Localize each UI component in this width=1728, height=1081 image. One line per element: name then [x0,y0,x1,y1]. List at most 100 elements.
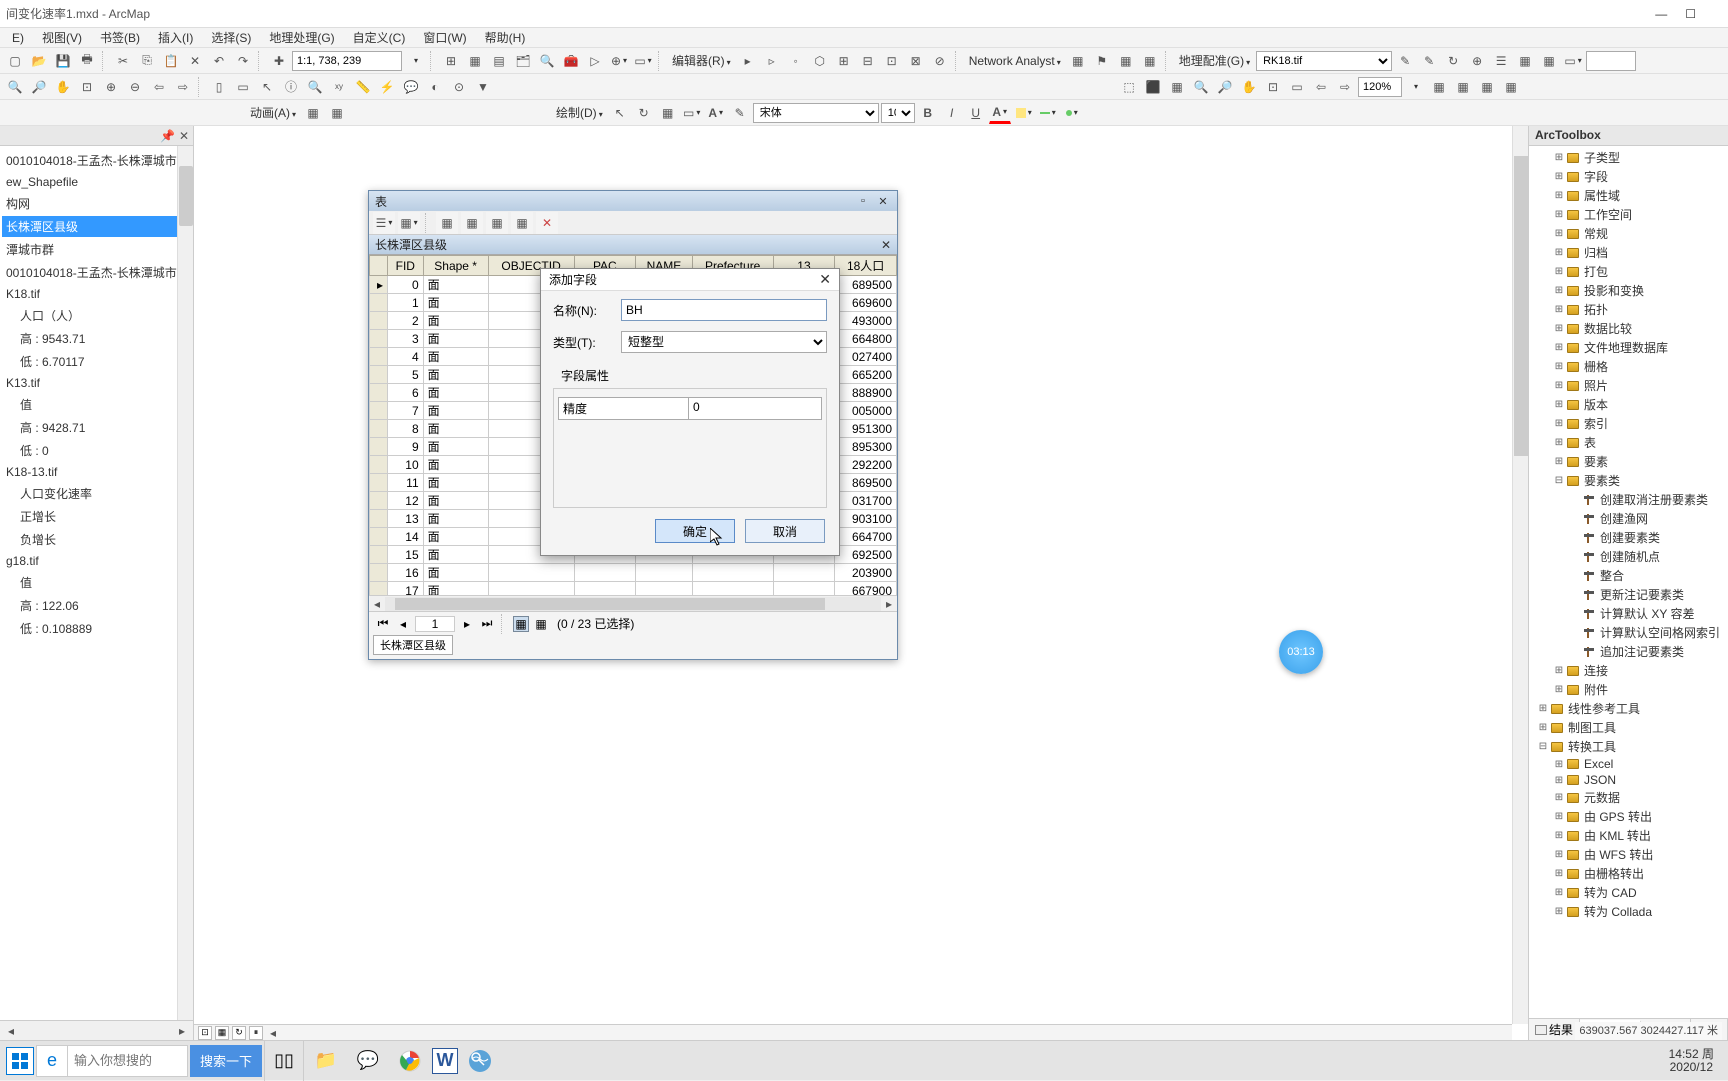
save-button[interactable]: 💾 [52,50,74,72]
expand-icon[interactable]: ⊞ [1553,304,1565,315]
table-options-icon[interactable]: ☰ [373,212,395,234]
toc-item[interactable]: 正增长 [2,506,191,527]
expand-icon[interactable]: ⊞ [1553,418,1565,429]
tree-node[interactable]: ⊟转换工具 [1531,737,1726,756]
edit-tool-icon[interactable]: ⊘ [929,50,951,72]
expand-icon[interactable]: ⊞ [1553,456,1565,467]
tree-node[interactable]: ⊞归档 [1531,243,1726,262]
table-tab[interactable]: 长株潭区县级 [373,635,453,655]
fixed-zoom-out-icon[interactable]: ⊖ [124,76,146,98]
toc-item[interactable]: 低 : 6.70117 [2,351,191,372]
tool-dropdown[interactable]: ⊕ [608,50,630,72]
expand-icon[interactable]: ⊞ [1553,380,1565,391]
toc-item[interactable]: 高 : 122.06 [2,595,191,616]
back-icon[interactable]: ⇦ [148,76,170,98]
scroll-left-icon[interactable]: ◂ [270,1026,276,1040]
tree-node[interactable]: ⊞文件地理数据库 [1531,338,1726,357]
georef-tool-icon[interactable]: ↻ [1442,50,1464,72]
taskbar-clock[interactable]: 14:52 周 2020/12 [1661,1048,1722,1074]
na-tool-icon[interactable]: ▦ [1139,50,1161,72]
toc-item[interactable]: 低 : 0.108889 [2,618,191,639]
marker-color-icon[interactable] [1061,102,1083,124]
tree-node[interactable]: ⊞照片 [1531,376,1726,395]
toc-item[interactable]: 0010104018-王孟杰-长株潭城市 [2,262,191,283]
na-tool-icon[interactable]: ▦ [1115,50,1137,72]
toc-item[interactable]: 构网 [2,193,191,214]
clear-select-icon[interactable]: ▭ [232,76,254,98]
toc-item[interactable]: 值 [2,572,191,593]
edit-tool-icon[interactable]: ▸ [737,50,759,72]
record-position-input[interactable] [415,616,455,632]
expand-icon[interactable]: ⊞ [1553,399,1565,410]
expand-icon[interactable]: ⊞ [1553,266,1565,277]
browser-icon[interactable]: e [36,1045,68,1077]
animation-menu[interactable]: 动画(A) [246,104,300,121]
tree-node[interactable]: ⊞JSON [1531,772,1726,788]
font-select[interactable]: 宋体 [753,103,879,123]
georef-tool-icon[interactable]: ▦ [1538,50,1560,72]
toc-item[interactable]: 高 : 9428.71 [2,417,191,438]
layout-tool-icon[interactable]: ⇨ [1334,76,1356,98]
toc-item[interactable]: ew_Shapefile [2,173,191,191]
toc-item[interactable]: K18.tif [2,285,191,303]
redo-button[interactable]: ↷ [232,50,254,72]
expand-icon[interactable]: ⊞ [1553,209,1565,220]
georef-tool-icon[interactable]: ▦ [1514,50,1536,72]
expand-icon[interactable]: ⊞ [1553,361,1565,372]
font-color-icon[interactable]: A [989,102,1011,124]
anim-tool-icon[interactable]: ▦ [326,102,348,124]
menu-customize[interactable]: 自定义(C) [345,27,414,48]
measure-icon[interactable]: 📏 [352,76,374,98]
editor-menu[interactable]: 编辑器(R) [668,52,735,69]
next-record-icon[interactable]: ▸ [459,616,475,632]
scroll-left-icon[interactable]: ◂ [369,597,385,611]
tree-node[interactable]: ⊞由 KML 转出 [1531,826,1726,845]
georef-input[interactable] [1586,51,1636,71]
tree-node[interactable]: ⊞由 GPS 转出 [1531,807,1726,826]
tree-node[interactable]: 更新注记要素类 [1531,585,1726,604]
edit-tool-icon[interactable]: ▹ [761,50,783,72]
precision-value[interactable]: 0 [689,398,821,419]
tree-node[interactable]: ⊞线性参考工具 [1531,699,1726,718]
menu-geoprocessing[interactable]: 地理处理(G) [261,27,342,48]
open-button[interactable]: 📂 [28,50,50,72]
forward-icon[interactable]: ⇨ [172,76,194,98]
table-hscroll[interactable]: ◂ ▸ [369,595,897,611]
layout-tool-icon[interactable]: ▦ [1428,76,1450,98]
tool-icon[interactable]: ▼ [472,76,494,98]
layout-tool-icon[interactable]: ▭ [1286,76,1308,98]
na-tool-icon[interactable]: ▦ [1067,50,1089,72]
tool-dropdown[interactable]: ▭ [632,50,654,72]
tree-node[interactable]: 创建随机点 [1531,547,1726,566]
rotate-icon[interactable]: ↻ [633,102,655,124]
toc-item[interactable]: 人口变化速率 [2,483,191,504]
tool-icon[interactable]: ▦ [464,50,486,72]
expand-icon[interactable]: ⊞ [1553,759,1565,770]
tree-node[interactable]: ⊞打包 [1531,262,1726,281]
expand-icon[interactable]: ⊞ [1553,775,1565,786]
tree-node[interactable]: 创建渔网 [1531,509,1726,528]
expand-icon[interactable]: ⊞ [1553,437,1565,448]
tab-results[interactable]: 结果 [1529,1019,1580,1040]
tree-node[interactable]: ⊞子类型 [1531,148,1726,167]
chrome-icon[interactable] [390,1041,430,1081]
select-by-attr-icon[interactable]: ▦ [436,212,458,234]
layout-tool-icon[interactable]: ⇦ [1310,76,1332,98]
text-icon[interactable]: A [705,102,727,124]
expand-icon[interactable]: ⊞ [1553,323,1565,334]
full-extent-icon[interactable]: ⊡ [76,76,98,98]
menu-view[interactable]: 视图(V) [34,27,90,48]
select-elements-icon[interactable]: ↖ [609,102,631,124]
new-button[interactable]: ▢ [4,50,26,72]
toc-item[interactable]: K18-13.tif [2,463,191,481]
cancel-button[interactable]: 取消 [745,519,825,543]
layout-tool-icon[interactable]: ⬛ [1142,76,1164,98]
switch-selection-icon[interactable]: ▦ [461,212,483,234]
fixed-zoom-in-icon[interactable]: ⊕ [100,76,122,98]
field-name-input[interactable] [621,299,827,321]
layout-tool-icon[interactable]: 🔎 [1214,76,1236,98]
data-view-button[interactable]: ⊡ [198,1026,212,1040]
restore-icon[interactable]: ▫ [855,194,871,208]
cut-button[interactable]: ✂ [112,50,134,72]
refresh-button[interactable]: ↻ [232,1026,246,1040]
